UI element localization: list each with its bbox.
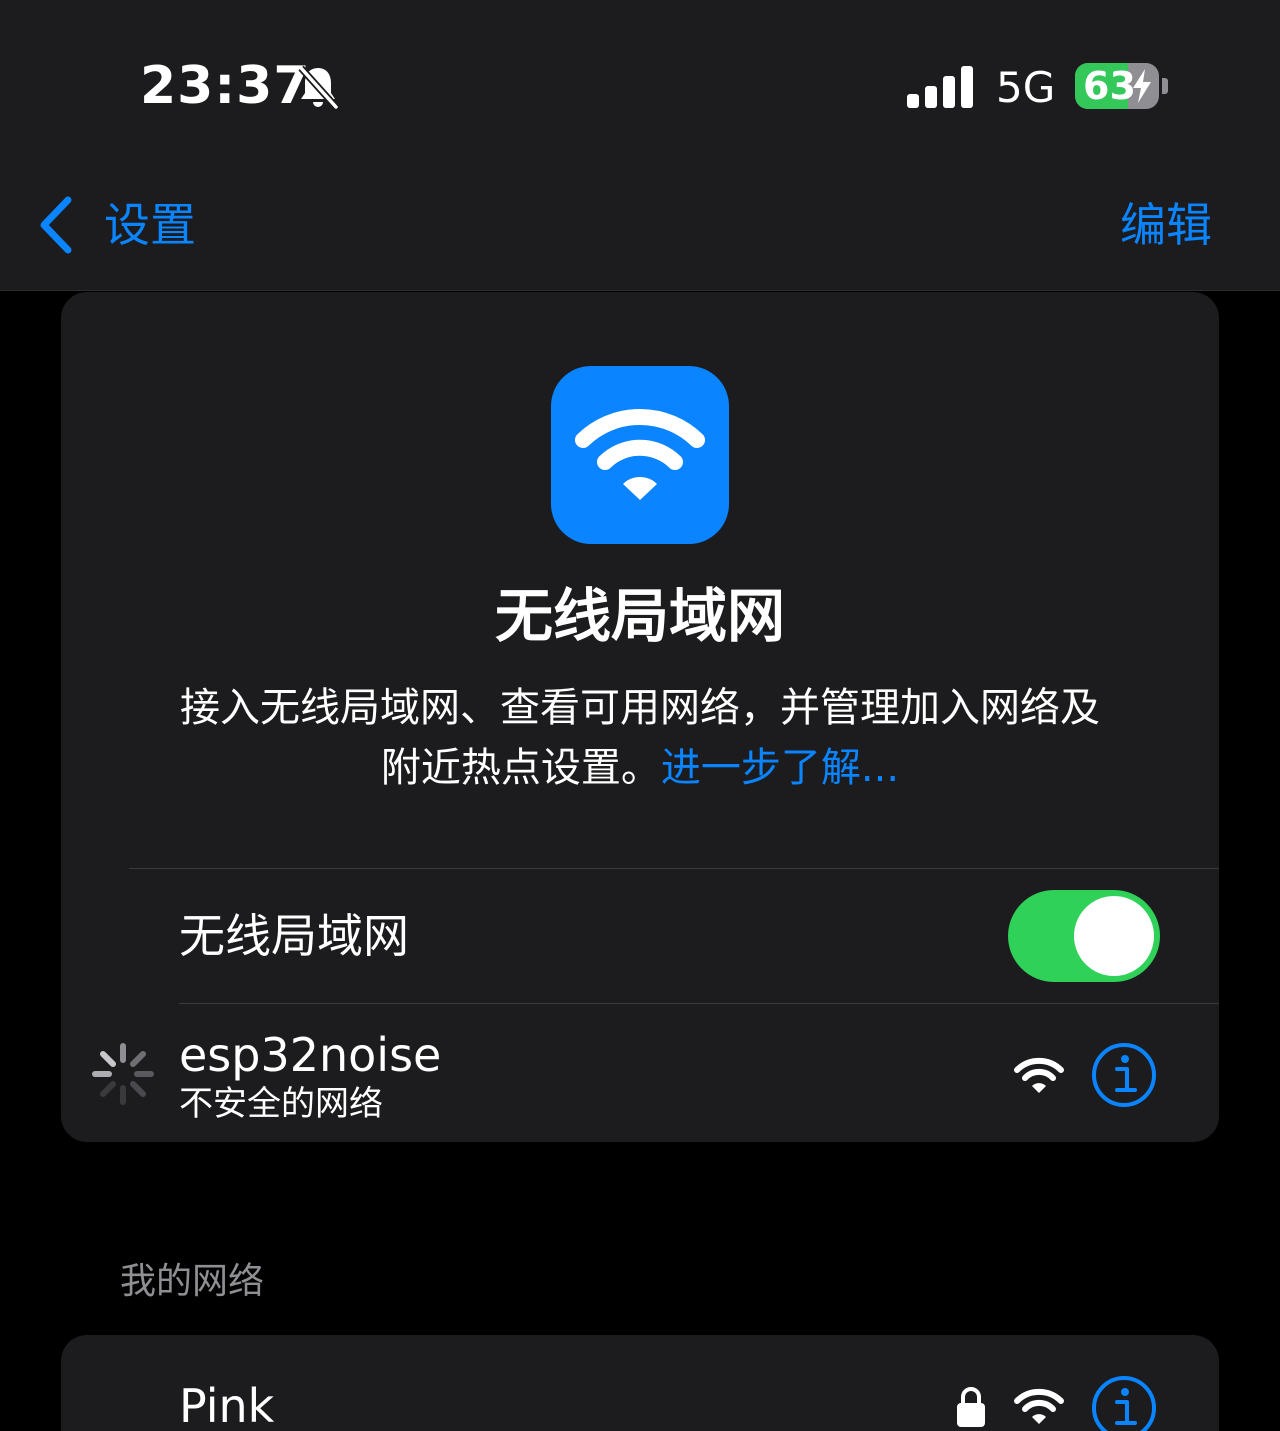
description-line-1: 接入无线局域网、查看可用网络，并管理加入网络及 <box>180 685 1100 731</box>
spinner-icon <box>92 1043 154 1105</box>
info-icon[interactable] <box>1091 1375 1157 1431</box>
network-security-status: 不安全的网络 <box>179 1084 383 1124</box>
wifi-settings-page: 23:37 5G 63 设置 编辑 无线局域网 接入无线局域网、查看可用网络，并… <box>0 0 1280 1431</box>
battery-nub <box>1162 78 1168 94</box>
wifi-signal-icon <box>1014 1057 1064 1093</box>
battery-indicator: 63 <box>1075 63 1159 109</box>
learn-more-link[interactable]: 进一步了解... <box>661 745 899 791</box>
edit-button[interactable]: 编辑 <box>1120 196 1212 254</box>
my-networks-list: Pink <box>61 1335 1219 1431</box>
my-networks-header: 我的网络 <box>120 1261 265 1302</box>
info-icon[interactable] <box>1091 1042 1157 1108</box>
wifi-card: 无线局域网 接入无线局域网、查看可用网络，并管理加入网络及 附近热点设置。进一步… <box>61 292 1219 1142</box>
lock-icon <box>957 1387 985 1427</box>
wifi-signal-icon <box>1014 1388 1064 1424</box>
wifi-toggle-label: 无线局域网 <box>179 909 409 963</box>
network-name[interactable]: esp32noise <box>179 1026 441 1084</box>
top-bar: 23:37 5G 63 设置 编辑 <box>0 0 1280 291</box>
toggle-knob <box>1074 896 1154 976</box>
charging-bolt-icon <box>1133 69 1151 103</box>
bell-slash-icon <box>298 65 339 110</box>
description-line-2: 附近热点设置。 <box>380 745 661 791</box>
back-chevron-icon[interactable] <box>36 194 76 256</box>
divider <box>179 1003 1219 1004</box>
battery-level: 63 <box>1083 64 1136 108</box>
nav-divider <box>0 290 1280 291</box>
status-time: 23:37 <box>140 56 311 116</box>
wifi-description: 接入无线局域网、查看可用网络，并管理加入网络及 附近热点设置。进一步了解... <box>111 678 1169 798</box>
wifi-icon <box>575 409 705 500</box>
divider <box>129 868 1219 869</box>
network-name[interactable]: Pink <box>179 1377 274 1431</box>
back-button[interactable]: 设置 <box>104 196 196 254</box>
wifi-app-icon <box>551 366 729 544</box>
cellular-signal-icon <box>907 64 975 108</box>
network-type: 5G <box>996 63 1056 112</box>
wifi-toggle[interactable] <box>1008 890 1160 982</box>
page-title: 无线局域网 <box>494 582 785 650</box>
